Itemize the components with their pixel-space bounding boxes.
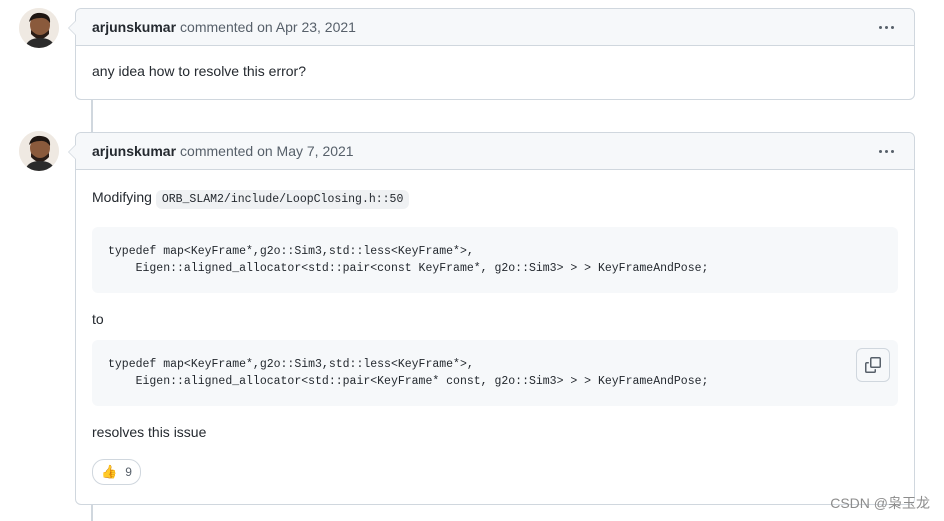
author-link[interactable]: arjunskumar xyxy=(92,19,176,35)
code-block: typedef map<KeyFrame*,g2o::Sim3,std::les… xyxy=(92,340,898,406)
comment-header: arjunskumar commented on Apr 23, 2021 xyxy=(76,9,914,46)
reaction-count: 9 xyxy=(125,465,132,479)
copy-button[interactable] xyxy=(856,348,890,382)
connector-text: to xyxy=(92,311,104,327)
comment-timestamp[interactable]: commented on Apr 23, 2021 xyxy=(180,19,356,35)
copy-icon xyxy=(865,357,881,373)
comment-card: arjunskumar commented on Apr 23, 2021 an… xyxy=(68,8,915,100)
inline-code: ORB_SLAM2/include/LoopClosing.h::50 xyxy=(155,190,410,209)
thumbs-up-icon: 👍 xyxy=(101,464,118,479)
intro-text: Modifying xyxy=(92,189,152,205)
code-block-wrapper: typedef map<KeyFrame*,g2o::Sim3,std::les… xyxy=(92,340,898,406)
closing-text: resolves this issue xyxy=(92,424,207,440)
kebab-horizontal-icon[interactable] xyxy=(876,142,896,160)
comment-text: any idea how to resolve this error? xyxy=(92,63,306,79)
comment-card: arjunskumar commented on May 7, 2021 Mod… xyxy=(68,132,915,505)
avatar[interactable] xyxy=(19,8,59,48)
avatar[interactable] xyxy=(19,131,59,171)
comment-header: arjunskumar commented on May 7, 2021 xyxy=(76,133,914,170)
comment-timestamp[interactable]: commented on May 7, 2021 xyxy=(180,143,354,159)
watermark: CSDN @枭玉龙 xyxy=(830,495,930,511)
kebab-horizontal-icon[interactable] xyxy=(876,18,896,36)
author-link[interactable]: arjunskumar xyxy=(92,143,176,159)
avatar-image xyxy=(19,131,59,171)
comment-paragraph: Modifying ORB_SLAM2/include/LoopClosing.… xyxy=(92,187,898,210)
code-block: typedef map<KeyFrame*,g2o::Sim3,std::les… xyxy=(92,227,898,293)
avatar-image xyxy=(19,8,59,48)
reaction-button[interactable]: 👍 9 xyxy=(92,459,141,485)
